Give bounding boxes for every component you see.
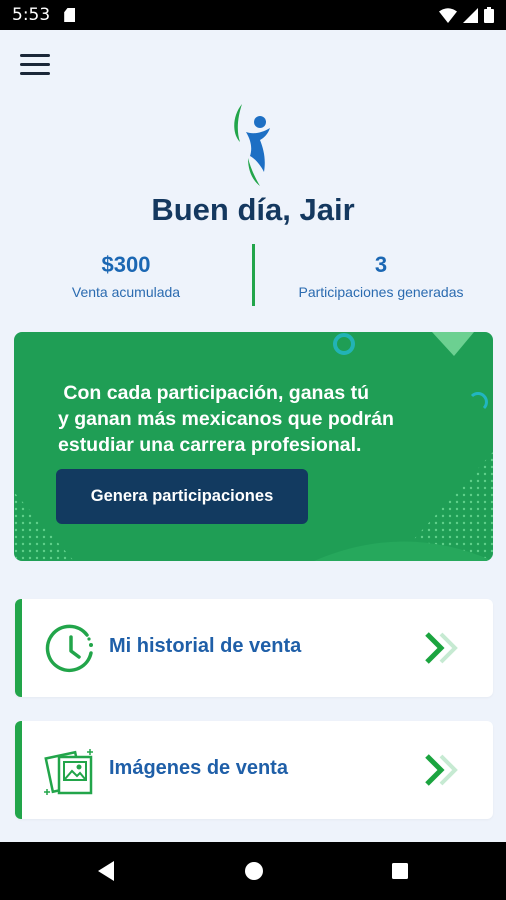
banner-line-2: y ganan más mexicanos que podrán xyxy=(58,408,394,430)
sd-card-icon xyxy=(64,8,76,22)
stats-summary: $300 Venta acumulada 3 Participaciones g… xyxy=(0,242,506,308)
promo-banner: Con cada participación, ganas tú y ganan… xyxy=(14,332,493,561)
stat-participations: 3 Participaciones generadas xyxy=(276,242,486,300)
generate-participations-button[interactable]: Genera participaciones xyxy=(56,469,308,524)
banner-line-3: estudiar una carrera profesional. xyxy=(58,434,362,456)
back-icon[interactable] xyxy=(96,860,116,882)
card-accent-bar xyxy=(15,721,22,819)
system-nav-bar xyxy=(0,842,506,900)
card-label-images: Imágenes de venta xyxy=(109,757,288,779)
wifi-icon xyxy=(439,7,457,23)
stat-participations-value: 3 xyxy=(374,252,388,277)
card-label-history: Mi historial de venta xyxy=(109,635,302,657)
stat-participations-label: Participaciones generadas xyxy=(298,284,464,300)
stat-sales-value: $300 xyxy=(101,252,151,277)
greeting-title: Buen día, Jair xyxy=(151,192,355,227)
hamburger-menu-icon[interactable] xyxy=(20,54,50,76)
status-icons xyxy=(439,7,494,23)
battery-icon xyxy=(484,7,494,23)
images-icon xyxy=(44,749,93,795)
stat-sales-label: Venta acumulada xyxy=(71,284,181,300)
person-leaf-logo-icon xyxy=(234,104,270,186)
stat-sales: $300 Venta acumulada xyxy=(20,242,232,300)
banner-message: Con cada participación, ganas tú y ganan… xyxy=(58,380,468,458)
recents-icon[interactable] xyxy=(390,860,410,882)
home-icon[interactable] xyxy=(244,860,264,882)
app-screen: Buen día, Jair $300 Venta acumulada 3 Pa… xyxy=(0,30,506,842)
clock-history-icon xyxy=(45,624,93,673)
status-time: 5:53 xyxy=(12,5,51,25)
double-chevron-right-icon xyxy=(425,754,458,786)
sales-images-card[interactable]: Imágenes de venta xyxy=(15,721,493,819)
banner-line-1: Con cada participación, ganas tú xyxy=(58,382,369,404)
stats-divider xyxy=(252,244,255,306)
double-chevron-right-icon xyxy=(425,632,458,664)
cell-signal-icon xyxy=(463,7,478,23)
sales-history-card[interactable]: Mi historial de venta xyxy=(15,599,493,697)
status-bar: 5:53 xyxy=(0,0,506,30)
card-accent-bar xyxy=(15,599,22,697)
